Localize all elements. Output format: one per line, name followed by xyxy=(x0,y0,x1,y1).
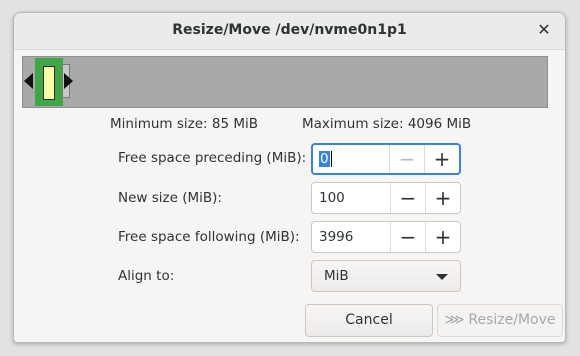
free-following-decrement-button[interactable]: − xyxy=(390,222,425,252)
dropdown-arrow-icon xyxy=(436,274,448,280)
maximum-size-label: Maximum size: 4096 MiB xyxy=(302,116,472,132)
new-size-decrement-button[interactable]: − xyxy=(390,183,425,213)
resize-move-button[interactable]: ⋙ Resize/Move xyxy=(437,304,563,337)
free-following-input[interactable]: 3996 xyxy=(312,222,390,252)
free-following-increment-button[interactable]: + xyxy=(425,222,460,252)
partition-used-space xyxy=(43,66,55,100)
cancel-button[interactable]: Cancel xyxy=(305,304,433,337)
resize-right-handle-icon[interactable] xyxy=(64,73,73,89)
free-preceding-increment-button[interactable]: + xyxy=(424,145,459,173)
resize-move-label: Resize/Move xyxy=(468,312,556,328)
free-preceding-input[interactable]: 0 xyxy=(313,145,389,173)
free-preceding-spinbox[interactable]: 0 − + xyxy=(311,143,461,175)
align-to-value: MiB xyxy=(324,268,349,284)
resize-move-icon: ⋙ xyxy=(444,312,465,328)
resize-move-dialog: Resize/Move /dev/nvme0n1p1 ✕ Minimum siz… xyxy=(13,12,566,343)
free-following-label: Free space following (MiB): xyxy=(118,229,300,245)
new-size-input[interactable]: 100 xyxy=(312,183,390,213)
new-size-increment-button[interactable]: + xyxy=(425,183,460,213)
align-to-dropdown[interactable]: MiB xyxy=(311,260,461,292)
dialog-title: Resize/Move /dev/nvme0n1p1 xyxy=(172,22,407,38)
titlebar: Resize/Move /dev/nvme0n1p1 ✕ xyxy=(14,13,565,50)
free-preceding-decrement-button[interactable]: − xyxy=(389,145,424,173)
minimum-size-label: Minimum size: 85 MiB xyxy=(110,116,258,132)
free-following-spinbox[interactable]: 3996 − + xyxy=(311,221,461,253)
free-preceding-label: Free space preceding (MiB): xyxy=(118,150,307,166)
partition-block[interactable] xyxy=(35,58,63,106)
align-to-label: Align to: xyxy=(118,268,175,284)
new-size-spinbox[interactable]: 100 − + xyxy=(311,182,461,214)
close-icon[interactable]: ✕ xyxy=(534,20,554,40)
partition-graphic[interactable] xyxy=(22,56,548,108)
new-size-label: New size (MiB): xyxy=(118,190,222,206)
resize-left-handle-icon[interactable] xyxy=(24,73,33,89)
